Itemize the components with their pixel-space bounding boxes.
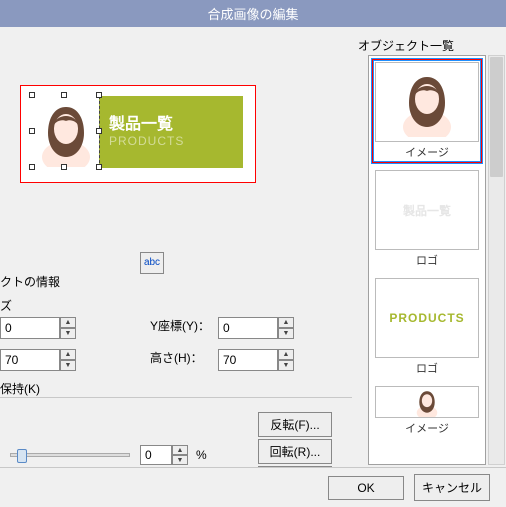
object-caption: ロゴ [375, 250, 479, 268]
text-tool-button[interactable]: abc [140, 252, 164, 274]
ok-button[interactable]: OK [328, 476, 404, 500]
y-input[interactable] [218, 317, 278, 339]
resize-handle[interactable] [29, 164, 35, 170]
logo-en-icon: PRODUCTS [389, 311, 464, 325]
composite-preview[interactable]: 製品一覧 PRODUCTS [20, 85, 256, 183]
separator [0, 397, 352, 398]
object-list-scrollbar[interactable] [488, 55, 505, 465]
y-label: Y座標(Y)： [150, 317, 210, 334]
composite-text: 製品一覧 PRODUCTS [99, 96, 184, 168]
resize-handle[interactable] [96, 128, 102, 134]
size-label: ズ [0, 297, 12, 314]
window-title: 合成画像の編集 [0, 0, 506, 27]
slider-thumb[interactable] [17, 449, 27, 463]
object-item-image[interactable]: イメージ [371, 58, 483, 164]
x-input[interactable] [0, 317, 60, 339]
object-info-label: クトの情報 [0, 273, 60, 290]
object-caption: ロゴ [375, 358, 479, 376]
resize-handle[interactable] [61, 164, 67, 170]
person-photo-icon [412, 387, 442, 417]
object-caption: イメージ [375, 418, 479, 436]
y-spinner[interactable]: ▲▼ [278, 317, 294, 339]
object-item-image[interactable]: イメージ [371, 382, 483, 440]
opacity-slider-row: 0 ▲▼ % [10, 445, 207, 465]
object-item-logo[interactable]: 製品一覧 ロゴ [371, 166, 483, 272]
h-label: 高さ(H)： [150, 349, 203, 366]
rotate-button[interactable]: 回転(R)... [258, 439, 332, 464]
composite-jp: 製品一覧 [109, 110, 184, 134]
keep-aspect-label: 保持(K) [0, 380, 40, 397]
person-photo-icon [36, 97, 96, 167]
resize-handle[interactable] [96, 92, 102, 98]
object-thumb: PRODUCTS [375, 278, 479, 358]
resize-handle[interactable] [96, 164, 102, 170]
w-spinner[interactable]: ▲▼ [60, 349, 76, 371]
percent-label: % [196, 448, 207, 462]
composite-photo [33, 96, 99, 168]
resize-handle[interactable] [61, 92, 67, 98]
cancel-button[interactable]: キャンセル [414, 474, 490, 501]
dialog-footer: OK キャンセル [0, 467, 506, 507]
object-caption: イメージ [375, 142, 479, 160]
object-item-logo[interactable]: PRODUCTS ロゴ [371, 274, 483, 380]
h-input[interactable] [218, 349, 278, 371]
h-spinner[interactable]: ▲▼ [278, 349, 294, 371]
composite-en: PRODUCTS [109, 134, 184, 148]
object-list-label: オブジェクト一覧 [358, 37, 454, 54]
resize-handle[interactable] [29, 92, 35, 98]
w-input[interactable] [0, 349, 60, 371]
flip-button[interactable]: 反転(F)... [258, 412, 332, 437]
object-thumb [375, 62, 479, 142]
dialog-content: 製品一覧 PRODUCTS abc クトの情報 ズ ▲▼ Y座標(Y)： ▲▼ … [0, 27, 506, 465]
scrollbar-thumb[interactable] [490, 57, 503, 177]
object-thumb: 製品一覧 [375, 170, 479, 250]
object-list[interactable]: イメージ 製品一覧 ロゴ PRODUCTS ロゴ イメージ [368, 55, 486, 465]
logo-jp-icon: 製品一覧 [403, 202, 451, 219]
slider-value[interactable]: 0 [140, 445, 172, 465]
slider-spinner[interactable]: ▲▼ [172, 445, 188, 465]
x-spinner[interactable]: ▲▼ [60, 317, 76, 339]
resize-handle[interactable] [29, 128, 35, 134]
composite-image[interactable]: 製品一覧 PRODUCTS [33, 96, 243, 168]
object-thumb [375, 386, 479, 418]
slider-track[interactable] [10, 453, 130, 457]
person-photo-icon [397, 67, 457, 137]
